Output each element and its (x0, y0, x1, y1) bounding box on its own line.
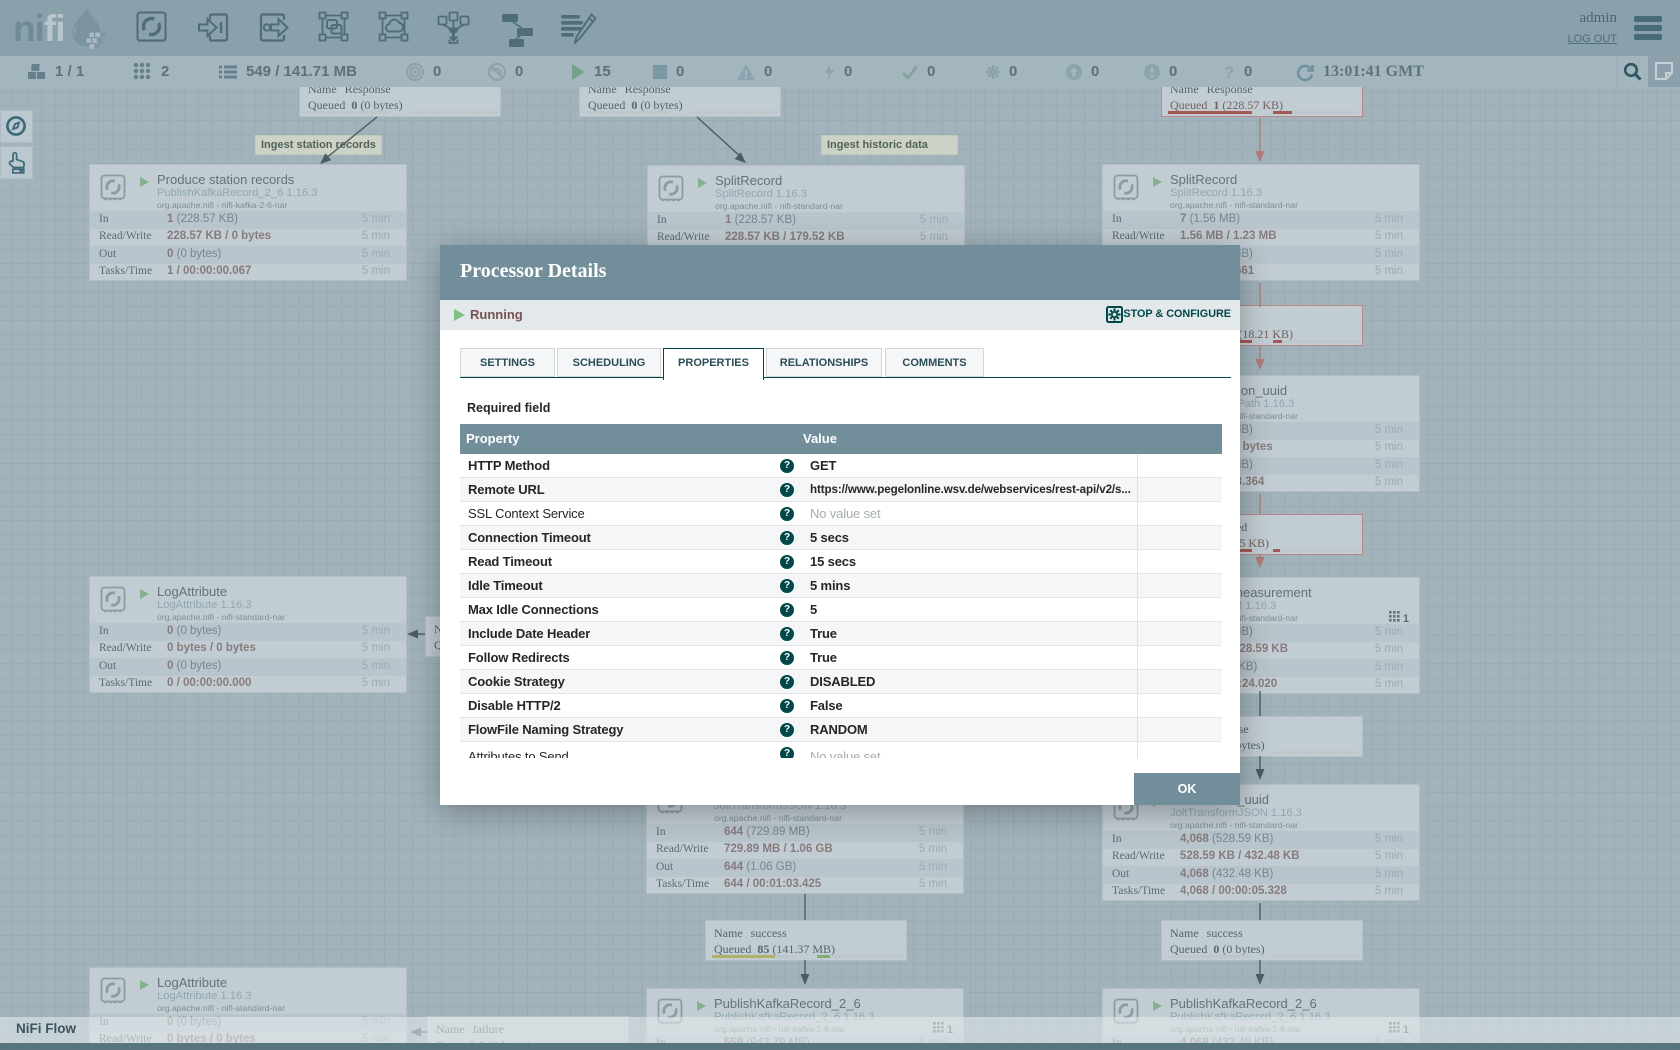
svg-text:?: ? (1224, 63, 1234, 81)
